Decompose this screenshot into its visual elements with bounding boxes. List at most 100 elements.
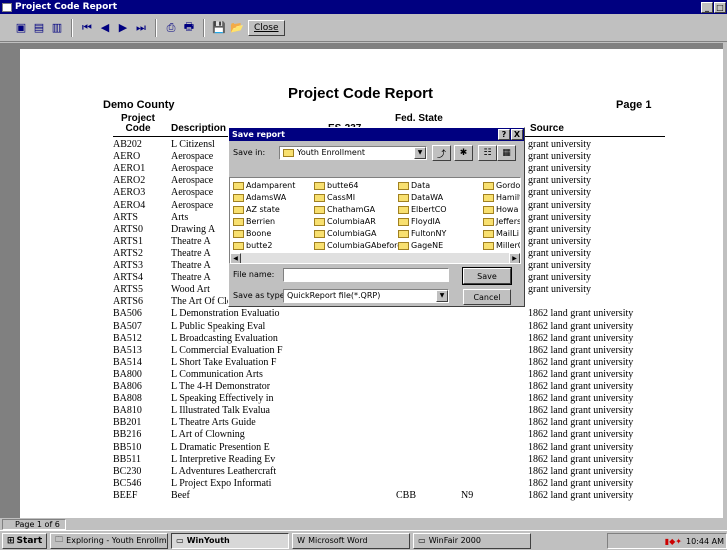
whole-page-icon[interactable]: ▣ [14, 21, 28, 35]
cell-src: grant university [528, 260, 592, 271]
folder-item[interactable]: ColumbiaGAbefore [314, 241, 402, 250]
folder-icon [483, 217, 494, 226]
cell-code: AERO4 [113, 199, 146, 211]
cell-code: AERO2 [113, 175, 146, 187]
folder-item[interactable]: Adamparent [233, 181, 295, 190]
help-button[interactable]: ? [498, 129, 510, 140]
clock: 10:44 AM [686, 536, 724, 546]
folder-item[interactable]: Jeffers [483, 217, 521, 226]
folder-item[interactable]: Data [398, 181, 430, 190]
cell-src: 1862 land grant university [528, 429, 634, 441]
normal-size-icon[interactable]: ▤ [32, 21, 46, 35]
folder-item[interactable]: ChathamGA [314, 205, 375, 214]
folder-item[interactable]: ColumbiaAR [314, 217, 376, 226]
task-word[interactable]: W Microsoft Word [292, 532, 411, 549]
task-exploring[interactable]: 🗀Exploring - Youth Enrollment [50, 532, 169, 549]
cell-code: AERO3 [113, 187, 146, 199]
minimize-button[interactable]: _ [701, 1, 713, 13]
vertical-scrollbar[interactable] [723, 43, 727, 518]
cell-desc: L Adventures Leathercraft [171, 465, 277, 477]
page-width-icon[interactable]: ▥ [50, 21, 64, 35]
cell-src: grant university [528, 139, 592, 150]
folder-icon [314, 241, 325, 250]
cell-code: BB510 [113, 441, 142, 453]
chevron-down-icon[interactable]: ▼ [414, 147, 426, 159]
folder-item[interactable]: Berrien [233, 217, 275, 226]
folder-label: Boone [246, 229, 272, 238]
cell-code: ARTS3 [113, 260, 143, 271]
cell-src: 1862 land grant university [528, 453, 634, 465]
tray-icons[interactable]: ▮◆✦ [665, 537, 682, 546]
folder-item[interactable]: butte2 [233, 241, 272, 250]
print-setup-icon[interactable]: ⎙ [164, 21, 178, 35]
cell-code: ARTS5 [113, 284, 143, 296]
folder-item[interactable]: Howa [483, 205, 518, 214]
open-icon[interactable]: 📂 [230, 21, 244, 35]
save-in-combo[interactable]: Youth Enrollment ▼ [279, 146, 427, 160]
folder-item[interactable]: Boone [233, 229, 271, 238]
cell-code: ARTS6 [113, 296, 143, 308]
folder-item[interactable]: ColumbiaGA [314, 229, 376, 238]
dialog-close-button[interactable]: X [511, 129, 523, 140]
save-as-type-select[interactable]: QuickReport file(*.QRP) ▼ [283, 289, 449, 303]
window-titlebar[interactable]: Project Code Report _ □ [0, 0, 727, 14]
cell-desc: L Dramatic Presention E [171, 441, 270, 453]
close-button[interactable]: Close [248, 19, 285, 36]
prev-page-icon[interactable]: ◀ [98, 21, 112, 35]
task-winyouth[interactable]: ▭ WinYouth [171, 532, 290, 549]
maximize-button[interactable]: □ [714, 1, 726, 13]
folder-item[interactable]: AdamsWA [233, 193, 286, 202]
cell-src: grant university [528, 272, 592, 284]
cancel-button[interactable]: Cancel [463, 289, 511, 305]
toolbar-separator [155, 18, 157, 37]
taskbar: ⊞Start 🗀Exploring - Youth Enrollment ▭Wi… [0, 530, 727, 550]
details-view-button[interactable]: ▦ [497, 145, 516, 161]
start-button[interactable]: ⊞ Start [2, 532, 48, 549]
explorer-icon: 🗀 [55, 534, 64, 544]
system-tray: ▮◆✦ 10:44 AM [607, 533, 727, 549]
folder-item[interactable]: ElbertCO [398, 205, 447, 214]
task-winfair[interactable]: ▭ WinFair 2000 [413, 532, 532, 549]
dialog-titlebar[interactable]: Save report ? X [229, 128, 524, 141]
folder-icon [483, 241, 494, 250]
folder-label: FultonNY [411, 229, 447, 238]
folder-item[interactable]: CassMI [314, 193, 355, 202]
folder-item[interactable]: DataWA [398, 193, 443, 202]
print-icon[interactable]: 🖶 [182, 20, 196, 35]
folder-item[interactable]: Hamilt [483, 193, 520, 202]
scroll-left-icon[interactable]: ◀ [230, 253, 241, 263]
up-folder-button[interactable]: ⤴ [432, 145, 451, 161]
scroll-right-icon[interactable]: ▶ [509, 253, 520, 263]
horizontal-scrollbar[interactable]: ◀ ▶ [230, 253, 520, 263]
first-page-icon[interactable]: ⏮ [80, 21, 94, 35]
file-name-input[interactable] [283, 268, 449, 282]
folder-item[interactable]: MailLi [483, 229, 519, 238]
cell-src: 1862 land grant university [528, 368, 634, 380]
folder-icon [398, 217, 409, 226]
folder-icon [314, 205, 325, 214]
save-in-value: Youth Enrollment [297, 148, 366, 157]
task-label: Exploring - Youth Enrollment [66, 536, 167, 545]
last-page-icon[interactable]: ⏭ [134, 21, 148, 35]
chevron-down-icon[interactable]: ▼ [436, 290, 448, 302]
folder-item[interactable]: GageNE [398, 241, 443, 250]
folder-item[interactable]: butte64 [314, 181, 359, 190]
next-page-icon[interactable]: ▶ [116, 21, 130, 35]
cell-code: BA513 [113, 344, 142, 356]
folder-item[interactable]: Gordo [483, 181, 520, 190]
list-view-button[interactable]: ☷ [478, 145, 497, 161]
folder-label: Jeffers [496, 217, 521, 226]
folder-item[interactable]: FloydIA [398, 217, 440, 226]
folder-item[interactable]: AZ state [233, 205, 280, 214]
word-icon: W [297, 536, 306, 545]
window-title: Project Code Report [15, 2, 118, 12]
folder-icon [233, 181, 244, 190]
folder-item[interactable]: MillerC [483, 241, 520, 250]
cell-src: grant university [528, 199, 592, 211]
save-icon[interactable]: 💾 [212, 21, 226, 35]
cell-src: 1862 land grant university [528, 489, 634, 501]
folder-item[interactable]: FultonNY [398, 229, 446, 238]
new-folder-button[interactable]: ✱ [454, 145, 473, 161]
save-button[interactable]: Save [462, 267, 512, 285]
file-list[interactable]: Adamparent AdamsWA AZ state Berrien Boone but… [229, 177, 521, 264]
